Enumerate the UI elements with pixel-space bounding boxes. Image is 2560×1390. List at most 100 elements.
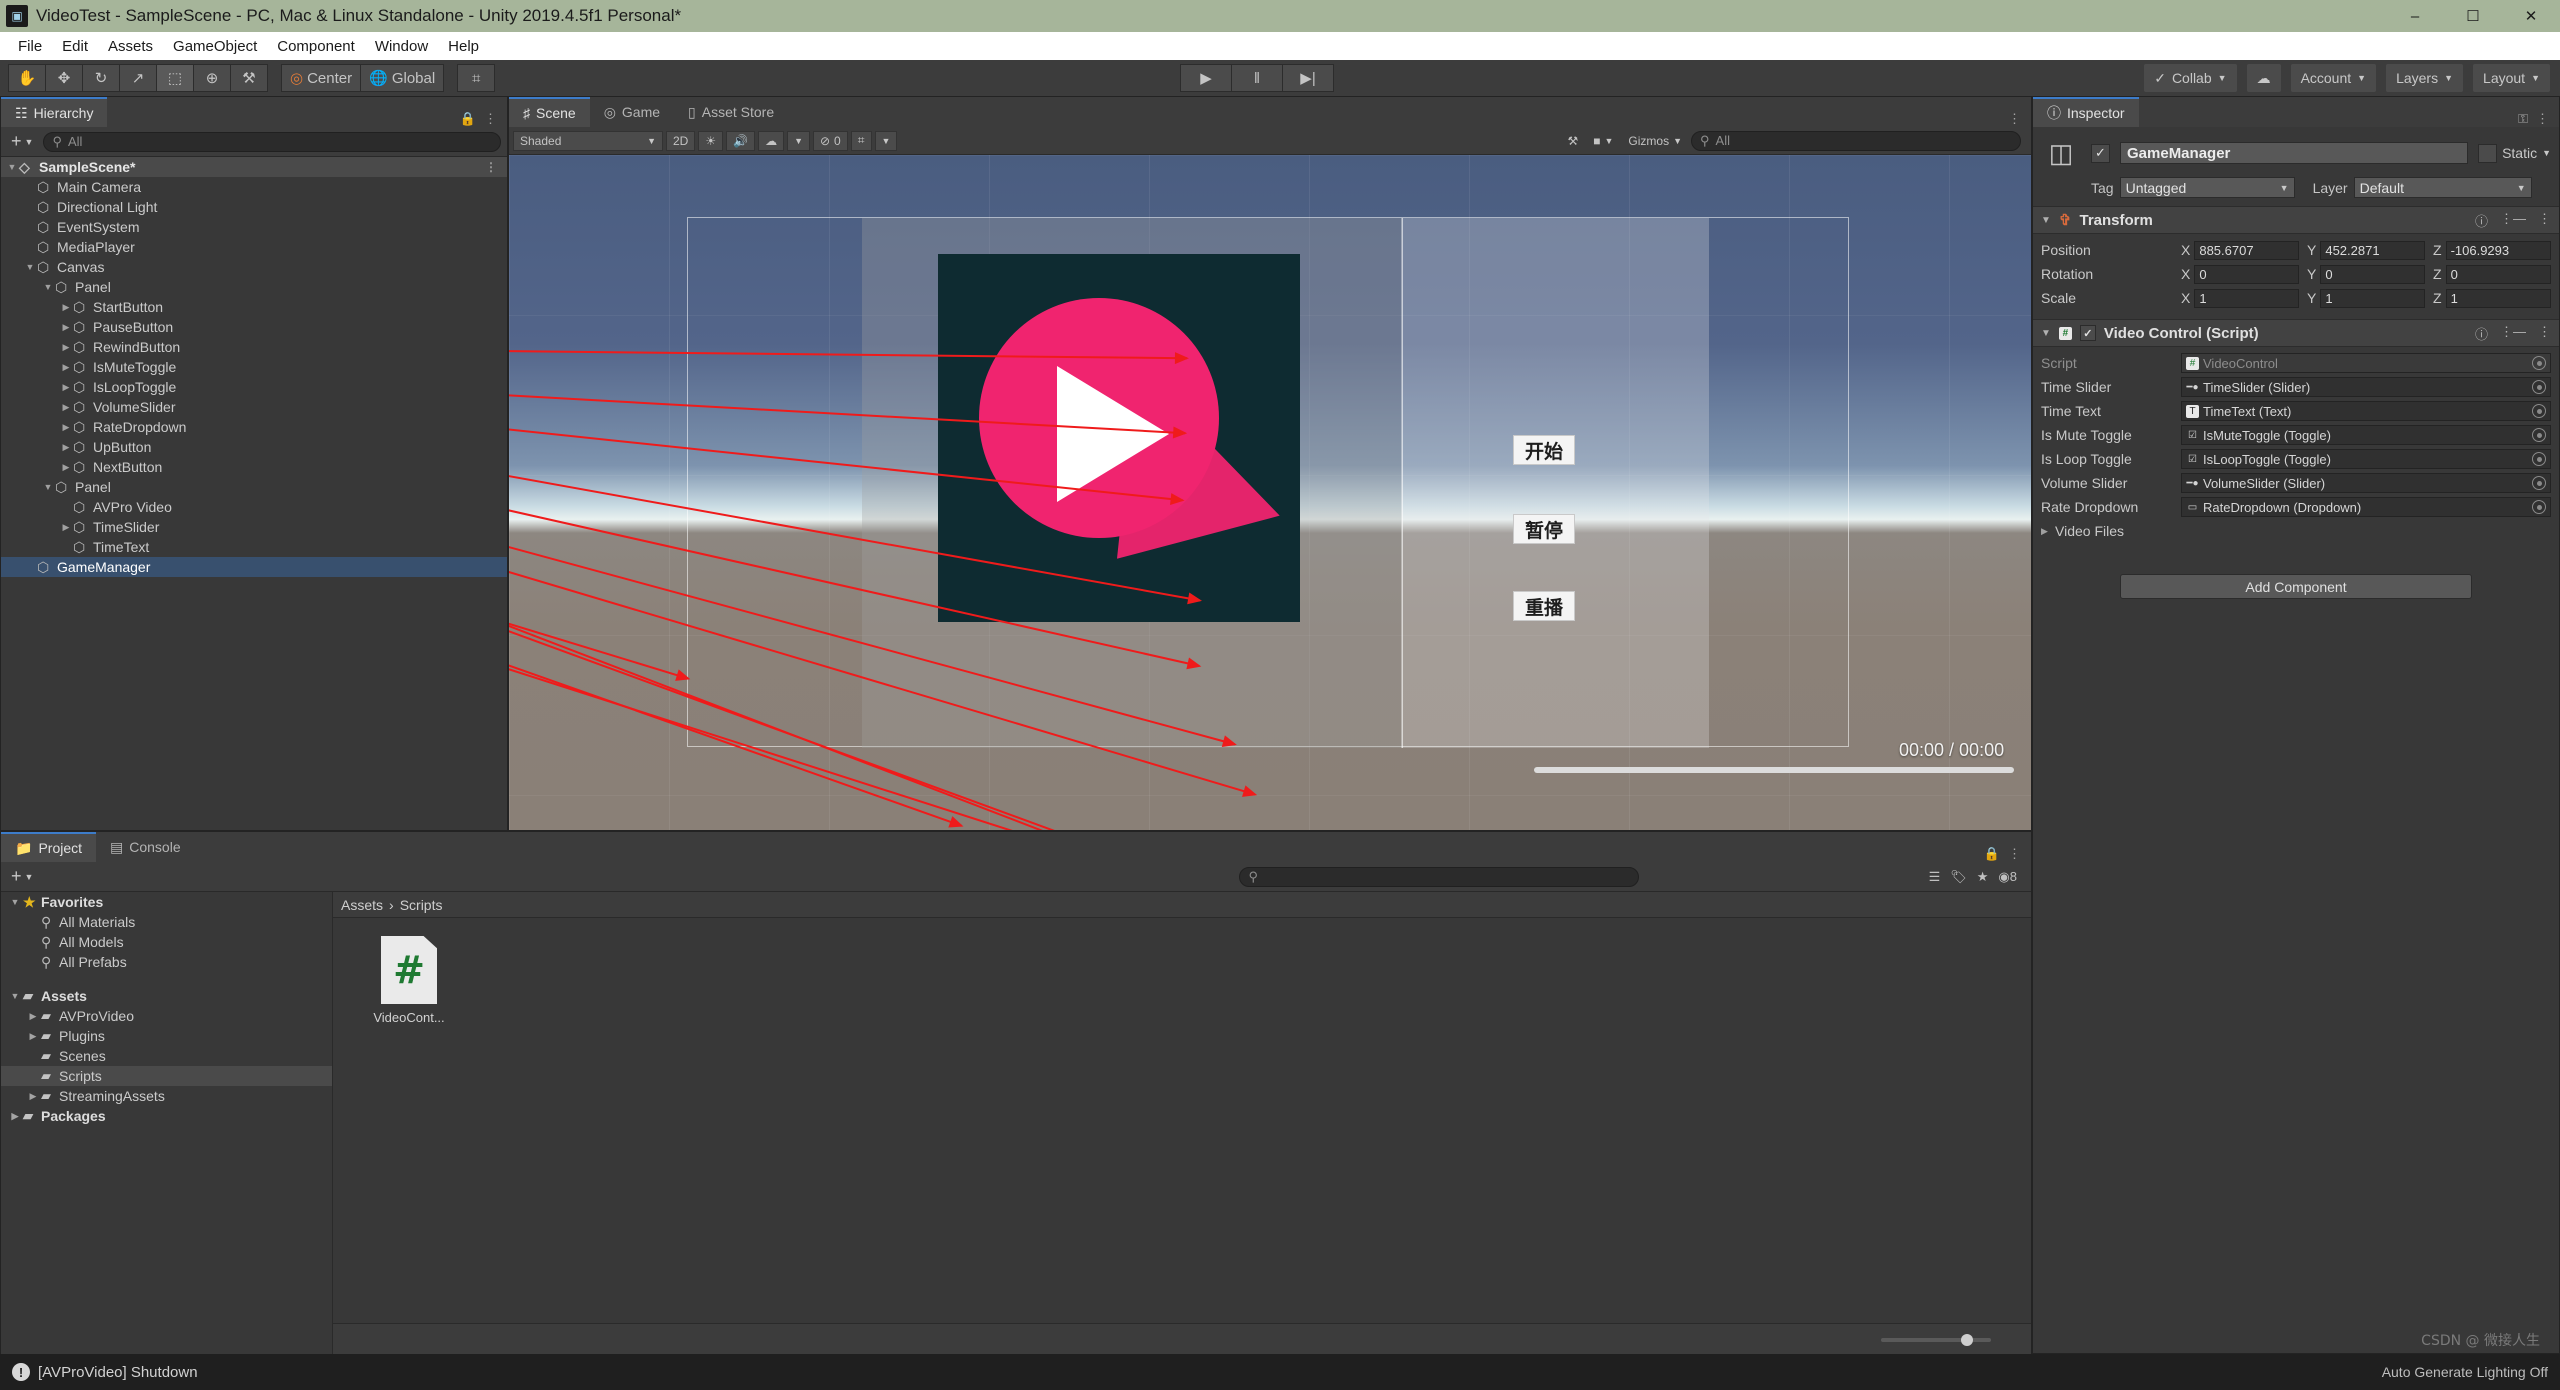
move-tool-icon[interactable]: ✥ bbox=[45, 64, 83, 92]
tab-hierarchy[interactable]: ☷ Hierarchy bbox=[1, 97, 108, 127]
object-picker-icon[interactable] bbox=[2532, 404, 2546, 418]
project-tree-item-assets[interactable]: ▼ ▰ Assets bbox=[1, 986, 332, 1006]
hierarchy-search-input[interactable]: ⚲ All bbox=[43, 131, 501, 152]
object-reference-field[interactable]: ▭ RateDropdown (Dropdown) bbox=[2181, 497, 2551, 517]
axis-x-input[interactable]: 0 bbox=[2194, 264, 2299, 284]
hierarchy-item-samplescene[interactable]: ▼ ◇ SampleScene* ⋮ bbox=[1, 157, 507, 177]
expand-arrow-icon[interactable]: ▶ bbox=[25, 1091, 41, 1102]
script-field-video-files[interactable]: ▶ Video Files bbox=[2041, 520, 2551, 542]
expand-arrow-icon[interactable]: ▶ bbox=[59, 382, 73, 393]
cloud-button[interactable]: ☁ bbox=[2246, 64, 2281, 92]
scene-grid-icon[interactable]: ⌗ bbox=[850, 130, 872, 151]
hierarchy-item-rewindbutton[interactable]: ▶ ⬡ RewindButton bbox=[1, 337, 507, 357]
play-button[interactable]: ▶ bbox=[1180, 64, 1232, 92]
videocontrol-component-header[interactable]: ▼ # ✓ Video Control (Script) ⓘ ⋮— ⋮ bbox=[2033, 319, 2559, 347]
axis-y-input[interactable]: 452.2871 bbox=[2320, 240, 2425, 260]
collapse-arrow-icon[interactable]: ▼ bbox=[23, 262, 37, 272]
object-picker-icon[interactable] bbox=[2532, 452, 2546, 466]
breadcrumb-assets[interactable]: Assets bbox=[341, 897, 383, 913]
scene-pause-button[interactable]: 暂停 bbox=[1513, 514, 1575, 544]
scene-viewport[interactable]: 开始 暂停 重播 ✓ 静音 ✓ 循环 0.5x ▼ 上一首 下一首 00:00 … bbox=[509, 155, 2031, 830]
scene-rewind-button[interactable]: 重播 bbox=[1513, 591, 1575, 621]
layout-button[interactable]: Layout ▼ bbox=[2473, 64, 2550, 92]
object-reference-field[interactable]: T TimeText (Text) bbox=[2181, 401, 2551, 421]
help-icon[interactable]: ⓘ bbox=[2475, 211, 2488, 230]
hierarchy-item-panel[interactable]: ▼ ⬡ Panel bbox=[1, 477, 507, 497]
project-folder-tree[interactable]: ▼ ★ Favorites ⚲ All Materials ⚲ All Models ⚲ All… bbox=[1, 892, 333, 1355]
layer-dropdown[interactable]: Default ▼ bbox=[2353, 177, 2532, 198]
gameobject-name-input[interactable]: GameManager bbox=[2120, 142, 2469, 164]
kebab-menu-icon[interactable]: ⋮ bbox=[2008, 846, 2021, 862]
project-tree-item-plugins[interactable]: ▶ ▰ Plugins bbox=[1, 1026, 332, 1046]
axis-y-input[interactable]: 1 bbox=[2320, 288, 2425, 308]
expand-arrow-icon[interactable]: ▶ bbox=[59, 362, 73, 373]
scene-grid-dropdown[interactable]: ▼ bbox=[874, 130, 898, 151]
tag-dropdown[interactable]: Untagged ▼ bbox=[2119, 177, 2295, 198]
hierarchy-item-avpro-video[interactable]: ▶⬡ AVPro Video bbox=[1, 497, 507, 517]
lock-icon[interactable]: 🔒 bbox=[1984, 846, 2000, 862]
asset-item-videocontrol[interactable]: # VideoCont... bbox=[357, 936, 461, 1025]
project-tree-item-avprovideo[interactable]: ▶ ▰ AVProVideo bbox=[1, 1006, 332, 1026]
hierarchy-item-upbutton[interactable]: ▶ ⬡ UpButton bbox=[1, 437, 507, 457]
static-checkbox[interactable] bbox=[2478, 143, 2498, 163]
axis-y-input[interactable]: 0 bbox=[2320, 264, 2425, 284]
project-tree-item-all-models[interactable]: ⚲ All Models bbox=[1, 932, 332, 952]
axis-x-input[interactable]: 885.6707 bbox=[2194, 240, 2299, 260]
packages-badge[interactable]: ◉8 bbox=[1998, 869, 2017, 885]
hierarchy-item-panel[interactable]: ▼ ⬡ Panel bbox=[1, 277, 507, 297]
scale-tool-icon[interactable]: ↗ bbox=[119, 64, 157, 92]
scene-audio-icon[interactable]: 🔊 bbox=[726, 130, 756, 151]
collapse-arrow-icon[interactable]: ▼ bbox=[41, 482, 55, 492]
hierarchy-item-ratedropdown[interactable]: ▶ ⬡ RateDropdown bbox=[1, 417, 507, 437]
hierarchy-item-canvas[interactable]: ▼ ⬡ Canvas bbox=[1, 257, 507, 277]
shading-mode-dropdown[interactable]: Shaded ▼ bbox=[513, 130, 663, 151]
close-button[interactable]: ✕ bbox=[2502, 0, 2560, 32]
menu-item-window[interactable]: Window bbox=[365, 35, 438, 58]
transform-component-header[interactable]: ▼ ✞ Transform ⓘ ⋮— ⋮ bbox=[2033, 206, 2559, 234]
scene-fx-dropdown[interactable]: ▼ bbox=[787, 130, 810, 151]
space-mode-button[interactable]: 🌐 Global bbox=[360, 64, 445, 92]
pause-button[interactable]: ‖ bbox=[1231, 64, 1283, 92]
hierarchy-item-timeslider[interactable]: ▶ ⬡ TimeSlider bbox=[1, 517, 507, 537]
object-picker-icon[interactable] bbox=[2532, 428, 2546, 442]
object-picker-icon[interactable] bbox=[2532, 476, 2546, 490]
tab-project[interactable]: 📁 Project bbox=[1, 832, 97, 862]
preset-icon[interactable]: ⋮— bbox=[2500, 211, 2526, 230]
minimize-button[interactable]: – bbox=[2386, 0, 2444, 32]
lock-icon[interactable]: ⚿ bbox=[2518, 111, 2528, 127]
project-tree-item-packages[interactable]: ▶ ▰ Packages bbox=[1, 1106, 332, 1126]
expand-arrow-icon[interactable]: ▶ bbox=[59, 322, 73, 333]
kebab-menu-icon[interactable]: ⋮ bbox=[2538, 324, 2551, 343]
object-reference-field[interactable]: ━● VolumeSlider (Slider) bbox=[2181, 473, 2551, 493]
filter-by-type-icon[interactable]: ☰ bbox=[1929, 869, 1941, 885]
axis-z-input[interactable]: 1 bbox=[2445, 288, 2551, 308]
toggle-2d-button[interactable]: 2D bbox=[666, 130, 696, 151]
status-message[interactable]: [AVProVideo] Shutdown bbox=[38, 1364, 198, 1381]
help-icon[interactable]: ⓘ bbox=[2475, 324, 2488, 343]
kebab-menu-icon[interactable]: ⋮ bbox=[2538, 211, 2551, 230]
expand-arrow-icon[interactable]: ▶ bbox=[7, 1111, 23, 1122]
tab-console[interactable]: ▤ Console bbox=[96, 832, 195, 862]
menu-item-edit[interactable]: Edit bbox=[52, 35, 98, 58]
scene-search-input[interactable]: ⚲ All bbox=[1691, 130, 2021, 151]
tab-scene[interactable]: ♯ Scene bbox=[509, 97, 590, 127]
create-object-button[interactable]: + ▼ bbox=[7, 131, 37, 152]
lock-icon[interactable]: 🔒 bbox=[460, 111, 476, 127]
kebab-menu-icon[interactable]: ⋮ bbox=[485, 160, 507, 174]
menu-item-help[interactable]: Help bbox=[438, 35, 489, 58]
custom-tool-icon[interactable]: ⚒ bbox=[230, 64, 268, 92]
asset-zoom-slider[interactable] bbox=[1881, 1333, 1991, 1346]
expand-arrow-icon[interactable]: ▶ bbox=[59, 402, 73, 413]
rotate-tool-icon[interactable]: ↻ bbox=[82, 64, 120, 92]
scene-start-button[interactable]: 开始 bbox=[1513, 435, 1575, 465]
gameobject-enabled-checkbox[interactable]: ✓ bbox=[2091, 143, 2110, 163]
static-flags-group[interactable]: Static ▼ bbox=[2478, 143, 2551, 163]
object-picker-icon[interactable] bbox=[2532, 380, 2546, 394]
object-reference-field[interactable]: ☑ IsMuteToggle (Toggle) bbox=[2181, 425, 2551, 445]
preset-icon[interactable]: ⋮— bbox=[2500, 324, 2526, 343]
hand-tool-icon[interactable]: ✋ bbox=[8, 64, 46, 92]
hierarchy-item-startbutton[interactable]: ▶ ⬡ StartButton bbox=[1, 297, 507, 317]
layers-button[interactable]: Layers ▼ bbox=[2386, 64, 2464, 92]
project-search-input[interactable]: ⚲ bbox=[1239, 866, 1640, 887]
scene-camera-icon[interactable]: ■ ▼ bbox=[1587, 131, 1619, 151]
